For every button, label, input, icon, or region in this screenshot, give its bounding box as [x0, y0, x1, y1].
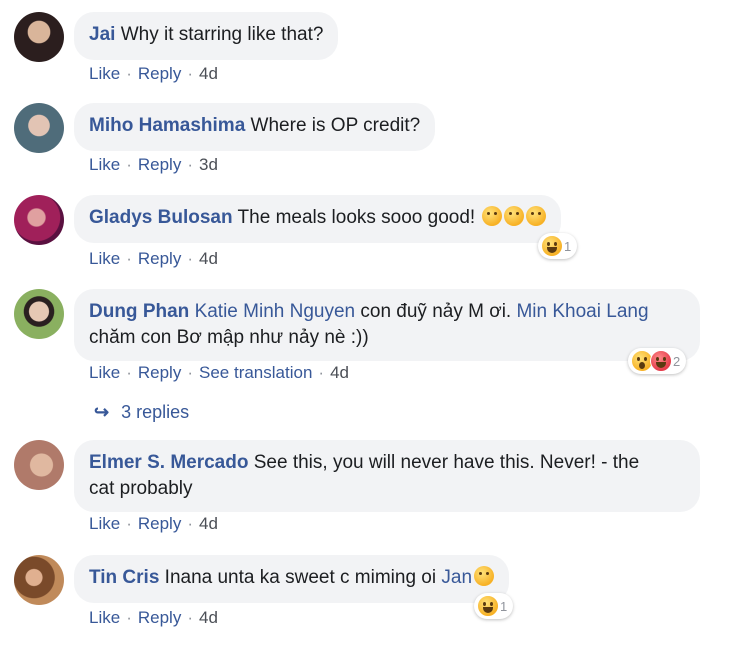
comment-actions: Like · Reply · 3d — [89, 155, 218, 175]
comment-timestamp[interactable]: 4d — [199, 249, 218, 268]
reactions-badge[interactable]: 1 — [474, 593, 514, 619]
separator: · — [187, 608, 193, 627]
like-link[interactable]: Like — [89, 514, 120, 533]
reply-link[interactable]: Reply — [138, 64, 181, 83]
like-link[interactable]: Like — [89, 608, 120, 627]
avatar[interactable] — [14, 195, 64, 245]
avatar[interactable] — [14, 440, 64, 490]
comment-actions: Like · Reply · 4d — [89, 64, 218, 84]
mention-link[interactable]: Jan — [441, 567, 472, 588]
comment-timestamp[interactable]: 4d — [199, 514, 218, 533]
comment-bubble: Jai Why it starring like that? — [74, 12, 339, 60]
comment-text: con đuỹ nảy M ơi. — [355, 301, 517, 322]
avatar[interactable] — [14, 103, 64, 153]
separator: · — [126, 249, 132, 268]
comment-bubble: Dung Phan Katie Minh Nguyen con đuỹ nảy … — [74, 289, 700, 361]
view-replies-link[interactable]: ↪ 3 replies — [94, 402, 189, 423]
avatar[interactable] — [14, 12, 64, 62]
comment-timestamp[interactable]: 4d — [330, 363, 349, 382]
like-link[interactable]: Like — [89, 363, 120, 382]
separator: · — [126, 363, 132, 382]
comment-author[interactable]: Dung Phan — [89, 301, 189, 322]
reply-link[interactable]: Reply — [138, 514, 181, 533]
comment-timestamp[interactable]: 3d — [199, 155, 218, 174]
grinning-sweat-emoji — [526, 206, 547, 226]
comment-bubble: Tin Cris Inana unta ka sweet c miming oi… — [74, 555, 510, 603]
reaction-count: 1 — [500, 598, 508, 614]
separator: · — [126, 608, 132, 627]
haha-reaction-icon — [541, 235, 563, 257]
avatar[interactable] — [14, 289, 64, 339]
reactions-badge[interactable]: 1 — [538, 233, 578, 259]
separator: · — [126, 155, 132, 174]
comment-author[interactable]: Elmer S. Mercado — [89, 452, 248, 473]
reactions-badge[interactable]: 2 — [628, 348, 687, 374]
face-savoring-food-emoji — [482, 206, 503, 226]
reaction-count: 1 — [564, 238, 572, 254]
comment-author[interactable]: Jai — [89, 24, 115, 45]
comment-author[interactable]: Tin Cris — [89, 567, 159, 588]
comment-text: See this, you will never have this. Neve… — [248, 452, 640, 473]
comment-bubble: Miho Hamashima Where is OP credit? — [74, 103, 436, 151]
mention-link[interactable]: Katie Minh Nguyen — [195, 301, 356, 322]
comment-actions: Like · Reply · 4d — [89, 514, 218, 534]
haha-reaction-icon — [477, 595, 499, 617]
reply-link[interactable]: Reply — [138, 608, 181, 627]
comment-author[interactable]: Miho Hamashima — [89, 115, 245, 136]
comment-author[interactable]: Gladys Bulosan — [89, 207, 233, 228]
avatar[interactable] — [14, 555, 64, 605]
comment-text-line2: chăm con Bơ mập như nảy nè :)) — [89, 327, 369, 348]
comment-timestamp[interactable]: 4d — [199, 64, 218, 83]
comment-bubble: Elmer S. Mercado See this, you will neve… — [74, 440, 700, 512]
comment-text-line2: cat probably — [89, 478, 193, 499]
face-savoring-food-emoji — [504, 206, 525, 226]
reply-arrow-icon: ↪ — [94, 402, 110, 422]
comment-timestamp[interactable]: 4d — [199, 608, 218, 627]
reaction-count: 2 — [673, 353, 681, 369]
rolling-laughing-emoji — [474, 566, 495, 586]
comment-text: Where is OP credit? — [245, 115, 421, 136]
reply-link[interactable]: Reply — [138, 249, 181, 268]
separator: · — [187, 249, 193, 268]
separator: · — [126, 64, 132, 83]
comment-bubble: Gladys Bulosan The meals looks sooo good… — [74, 195, 562, 243]
separator: · — [187, 155, 193, 174]
separator: · — [187, 64, 193, 83]
comment-actions: Like · Reply · 4d — [89, 249, 218, 269]
like-link[interactable]: Like — [89, 249, 120, 268]
comment-actions: Like · Reply · See translation · 4d — [89, 363, 349, 383]
comment-actions: Like · Reply · 4d — [89, 608, 218, 628]
love-reaction-icon — [650, 350, 672, 372]
separator: · — [318, 363, 325, 382]
comment-text: Why it starring like that? — [115, 24, 324, 45]
reply-link[interactable]: Reply — [138, 363, 181, 382]
mention-link[interactable]: Min Khoai Lang — [516, 301, 648, 322]
replies-count-label[interactable]: 3 replies — [121, 402, 189, 422]
separator: · — [187, 363, 193, 382]
like-link[interactable]: Like — [89, 64, 120, 83]
separator: · — [187, 514, 193, 533]
see-translation-link[interactable]: See translation — [199, 363, 312, 382]
comment-text: The meals looks sooo good! — [232, 207, 481, 228]
separator: · — [126, 514, 132, 533]
like-link[interactable]: Like — [89, 155, 120, 174]
reply-link[interactable]: Reply — [138, 155, 181, 174]
comment-text: Inana unta ka sweet c miming oi — [159, 567, 442, 588]
